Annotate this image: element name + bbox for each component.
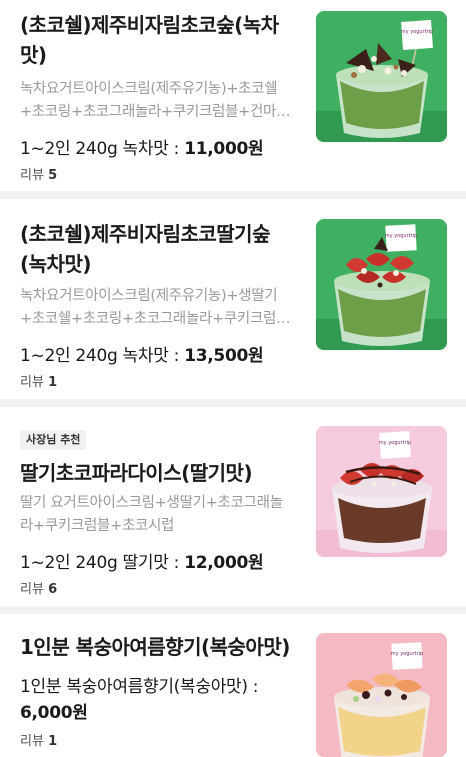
menu-item[interactable]: 1인분 복숭아여름향기(복숭아맛) 1인분 복숭아여름향기(복숭아맛) : 6,… xyxy=(0,614,466,757)
svg-text:my yogurtrip: my yogurtrip xyxy=(391,651,423,657)
menu-item-review-count: 리뷰 5 xyxy=(20,168,58,183)
menu-item-title: 딸기초코파라다이스(딸기맛) xyxy=(20,461,253,485)
menu-item-price: 6,000원 xyxy=(20,703,88,723)
menu-item-description: 딸기 요거트아이스크림+생딸기+초코그래놀라+쿠키크럼블+초코시럽 xyxy=(20,495,283,534)
svg-text:my yogurtrip: my yogurtrip xyxy=(379,440,411,446)
owner-recommend-badge: 사장님 추천 xyxy=(20,430,87,450)
menu-item[interactable]: 사장님 추천 딸기초코파라다이스(딸기맛) 딸기 요거트아이스크림+생딸기+초코… xyxy=(0,407,466,614)
menu-item-image: my yogurtrip xyxy=(316,219,447,350)
menu-item-title: (초코쉘)제주비자림초코딸기숲(녹차맛) xyxy=(20,222,270,276)
menu-item-image: my yogurtrip xyxy=(316,426,447,557)
menu-item-title: (초코쉘)제주비자림초코숲(녹차맛) xyxy=(20,13,279,67)
menu-item-price: 1~2인 240g 딸기맛 : 12,000원 xyxy=(20,553,264,573)
menu-item[interactable]: (초코쉘)제주비자림초코딸기숲(녹차맛) 녹차요거트아이스크림(제주유기농)+생… xyxy=(0,199,466,407)
menu-item-image: my yogurtrip xyxy=(316,11,447,142)
menu-item-price: 1~2인 240g 녹차맛 : 13,500원 xyxy=(20,346,264,366)
menu-item-description: 녹차요거트아이스크림(제주유기농)+초코쉘+초코링+초코그래놀라+쿠키크럼블+건… xyxy=(20,81,291,120)
menu-list: (초코쉘)제주비자림초코숲(녹차맛) 녹차요거트아이스크림(제주유기농)+초코쉘… xyxy=(0,0,466,757)
svg-text:my yogurtrip: my yogurtrip xyxy=(401,29,433,35)
menu-item-title: 1인분 복숭아여름향기(복숭아맛) xyxy=(20,635,290,659)
menu-item-review-count: 리뷰 1 xyxy=(20,734,58,749)
menu-item-description: 녹차요거트아이스크림(제주유기농)+생딸기+초코쉘+초코링+초코그래놀라+쿠키크… xyxy=(20,288,291,327)
menu-item-image: my yogurtrip xyxy=(316,633,447,757)
menu-item-description: 1인분 복숭아여름향기(복숭아맛) : xyxy=(20,677,259,697)
menu-item-price: 1~2인 240g 녹차맛 : 11,000원 xyxy=(20,139,264,159)
menu-item[interactable]: (초코쉘)제주비자림초코숲(녹차맛) 녹차요거트아이스크림(제주유기농)+초코쉘… xyxy=(0,0,466,199)
svg-text:my yogurtrip: my yogurtrip xyxy=(385,233,417,239)
menu-item-review-count: 리뷰 1 xyxy=(20,375,58,390)
menu-item-review-count: 리뷰 6 xyxy=(20,582,58,597)
